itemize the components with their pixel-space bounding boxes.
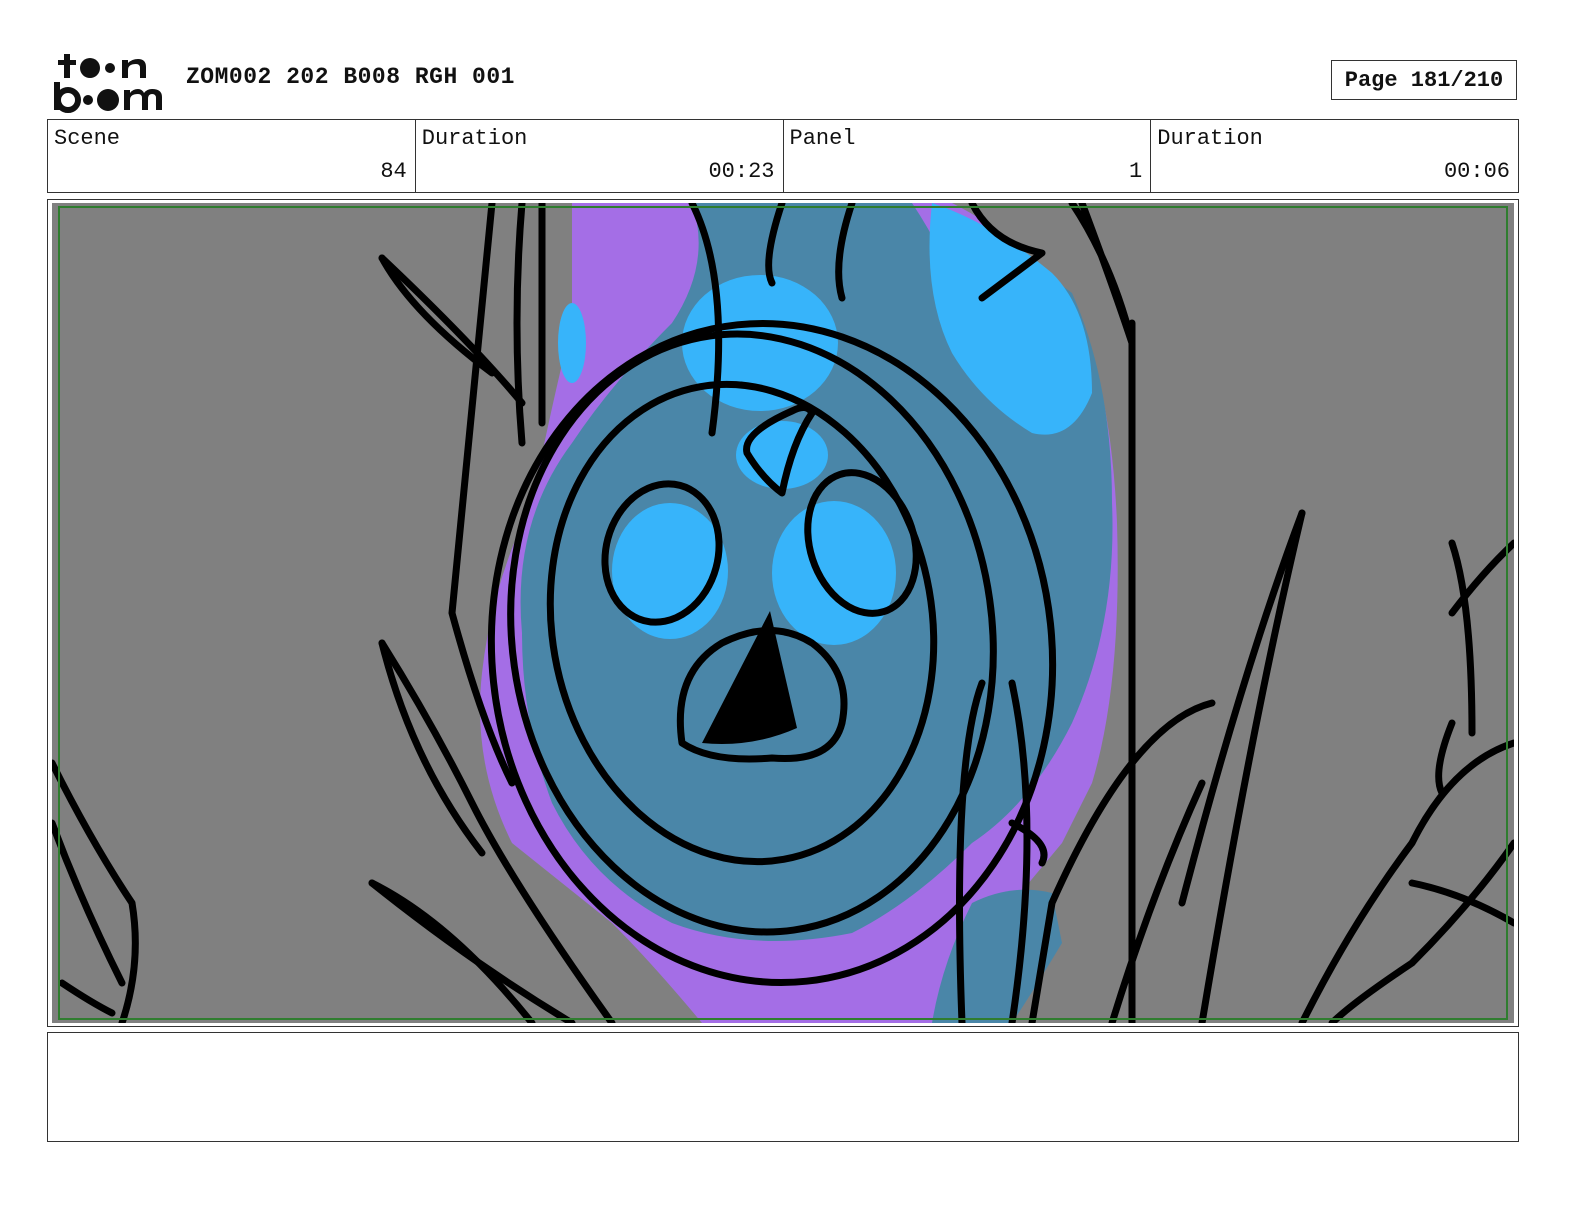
scene-duration-cell: Duration 00:23: [416, 120, 784, 192]
document-title: ZOM002 202 B008 RGH 001: [186, 64, 515, 90]
page-indicator: Page 181/210: [1331, 60, 1517, 100]
scene-duration-value: 00:23: [708, 159, 775, 184]
toonboom-logo-icon: [54, 54, 162, 113]
scene-cell: Scene 84: [48, 120, 416, 192]
panel-info-row: Scene 84 Duration 00:23 Panel 1 Duration…: [47, 119, 1519, 193]
panel-duration-value: 00:06: [1443, 159, 1510, 184]
storyboard-panel: [47, 199, 1519, 1027]
scene-label: Scene: [54, 126, 121, 151]
panel-notes-box: [47, 1032, 1519, 1142]
panel-value: 1: [1129, 159, 1143, 184]
panel-duration-cell: Duration 00:06: [1151, 120, 1518, 192]
scene-value: 84: [380, 159, 407, 184]
panel-label: Panel: [789, 126, 856, 151]
scene-duration-label: Duration: [421, 126, 528, 151]
storyboard-sketch-icon: [52, 203, 1514, 1023]
panel-duration-label: Duration: [1157, 126, 1263, 151]
panel-cell: Panel 1: [784, 120, 1152, 192]
